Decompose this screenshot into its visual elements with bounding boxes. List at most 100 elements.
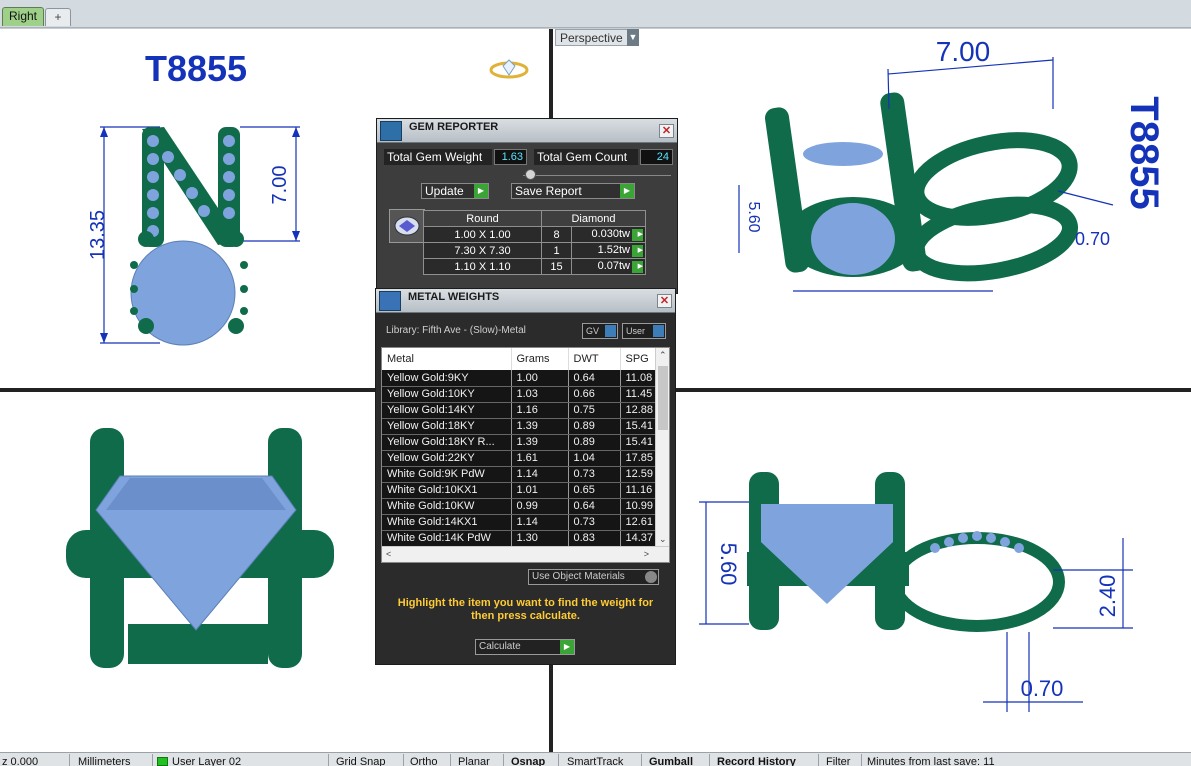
viewport-tab-strip: Right + <box>0 0 1191 28</box>
metal-row[interactable]: White Gold:14KX1 1.14 0.73 12.61 <box>382 514 659 531</box>
metal-list-vertical-scrollbar[interactable]: ⌃ ⌄ <box>655 348 669 548</box>
perspective-center-stone <box>811 203 895 275</box>
gem-row[interactable]: 1.10 X 1.10 15 0.07tw ▶ <box>423 258 646 275</box>
play-icon: ▶ <box>474 184 488 198</box>
play-icon[interactable]: ▶ <box>632 244 643 257</box>
chevron-up-icon[interactable]: ⌃ <box>659 350 667 361</box>
metal-grams: 1.39 <box>511 418 569 435</box>
perspective-engraving-text: T8855 <box>1122 96 1166 209</box>
round-gem-thumbnail-icon <box>389 209 425 243</box>
status-layer[interactable]: User Layer 02 <box>172 756 241 766</box>
metal-name: Yellow Gold:18KY <box>382 418 512 435</box>
gem-reporter-panel[interactable]: GEM REPORTER ✕ Total Gem Weight 1.63 Tot… <box>376 118 678 294</box>
chevron-down-icon[interactable]: ▼ <box>627 29 639 46</box>
status-gumball[interactable]: Gumball <box>649 756 693 766</box>
save-report-button[interactable]: Save Report ▶ <box>511 183 635 199</box>
metal-spg: 14.37 <box>620 530 659 547</box>
metal-name: White Gold:10KW <box>382 498 512 515</box>
metal-row[interactable]: Yellow Gold:9KY 1.00 0.64 11.08 <box>382 370 659 387</box>
gem-reporter-logo-icon <box>380 121 402 141</box>
gem-row[interactable]: 7.30 X 7.30 1 1.52tw ▶ <box>423 242 646 259</box>
play-icon: ▶ <box>560 640 574 654</box>
status-smarttrack[interactable]: SmartTrack <box>567 756 623 766</box>
metal-spg: 10.99 <box>620 498 659 515</box>
play-icon[interactable]: ▶ <box>632 228 643 241</box>
status-units[interactable]: Millimeters <box>78 756 131 766</box>
metal-list-horizontal-scrollbar[interactable]: < > <box>382 546 669 562</box>
metal-name: White Gold:14K PdW <box>382 530 512 547</box>
user-toggle[interactable]: User <box>622 323 666 339</box>
status-bar: z 0.000 Millimeters User Layer 02 Grid S… <box>0 752 1191 766</box>
tab-right[interactable]: Right <box>2 7 45 26</box>
use-object-materials-label: Use Object Materials <box>532 571 625 582</box>
chevron-right-icon[interactable]: > <box>644 549 649 559</box>
metal-row[interactable]: White Gold:10KW 0.99 0.64 10.99 <box>382 498 659 515</box>
use-object-materials-toggle[interactable]: Use Object Materials <box>528 569 659 585</box>
scroll-thumb[interactable] <box>658 366 668 430</box>
metal-row[interactable]: Yellow Gold:18KY 1.39 0.89 15.41 <box>382 418 659 435</box>
gem-row-weight: 1.52tw <box>597 244 630 257</box>
metal-row[interactable]: Yellow Gold:10KY 1.03 0.66 11.45 <box>382 386 659 403</box>
metal-weights-titlebar[interactable]: METAL WEIGHTS ✕ <box>376 289 675 313</box>
gem-row-weight: 0.07tw <box>597 260 630 273</box>
metal-dwt: 0.64 <box>568 498 621 515</box>
gem-table: Round Diamond 1.00 X 1.00 8 0.030tw ▶ 7.3… <box>423 210 646 275</box>
viewport-label-perspective[interactable]: Perspective <box>555 29 628 46</box>
metal-spg: 11.16 <box>620 482 659 499</box>
gem-reporter-titlebar[interactable]: GEM REPORTER ✕ <box>377 119 677 143</box>
perspective-dim-top: 7.00 <box>936 36 991 67</box>
close-icon[interactable]: ✕ <box>659 124 674 138</box>
metal-row[interactable]: Yellow Gold:22KY 1.61 1.04 17.85 <box>382 450 659 467</box>
metal-grams: 0.99 <box>511 498 569 515</box>
collapse-knob[interactable] <box>525 169 536 180</box>
status-ortho[interactable]: Ortho <box>410 756 438 766</box>
toggle-knob-icon <box>653 325 664 337</box>
chevron-left-icon[interactable]: < <box>386 549 391 559</box>
calculate-button[interactable]: Calculate ▶ <box>475 639 575 655</box>
metal-name: White Gold:10KX1 <box>382 482 512 499</box>
metal-list[interactable]: Metal Grams DWT SPG Yellow Gold:9KY 1.00 0… <box>381 347 670 563</box>
layer-color-swatch <box>157 757 168 766</box>
plus-icon: + <box>54 10 62 24</box>
library-label: Library: Fifth Ave - (Slow)-Metal <box>386 325 526 336</box>
play-icon[interactable]: ▶ <box>632 260 643 273</box>
chevron-down-icon[interactable]: ⌄ <box>659 534 667 545</box>
gem-header-shape: Round <box>423 210 542 227</box>
update-button-label: Update <box>425 184 464 198</box>
metal-dwt: 1.04 <box>568 450 621 467</box>
metal-col-spg[interactable]: SPG <box>620 348 659 370</box>
status-osnap[interactable]: Osnap <box>511 756 545 766</box>
update-button[interactable]: Update ▶ <box>421 183 489 199</box>
metal-col-grams[interactable]: Grams <box>511 348 569 370</box>
status-z-coordinate: z 0.000 <box>2 756 39 766</box>
gv-toggle[interactable]: GV <box>582 323 618 339</box>
metal-grams: 1.14 <box>511 466 569 483</box>
side-dim-right: 2.40 <box>1095 575 1120 618</box>
metal-weights-hint: Highlight the item you want to find the … <box>397 597 654 622</box>
perspective-top-stone <box>803 142 883 166</box>
gem-row-count: 8 <box>541 226 572 243</box>
status-planar[interactable]: Planar <box>458 756 490 766</box>
metal-name: Yellow Gold:14KY <box>382 402 512 419</box>
metal-dwt: 0.89 <box>568 434 621 451</box>
metal-weights-panel[interactable]: METAL WEIGHTS ✕ Library: Fifth Ave - (Sl… <box>375 288 676 665</box>
metal-dwt: 0.64 <box>568 370 621 387</box>
metal-row[interactable]: White Gold:10KX1 1.01 0.65 11.16 <box>382 482 659 499</box>
metal-row[interactable]: White Gold:14K PdW 1.30 0.83 14.37 <box>382 530 659 547</box>
metal-row[interactable]: Yellow Gold:14KY 1.16 0.75 12.88 <box>382 402 659 419</box>
status-filter[interactable]: Filter <box>826 756 850 766</box>
gem-row-size: 1.10 X 1.10 <box>423 258 542 275</box>
gem-row-weight: 0.030tw <box>591 228 630 241</box>
metal-col-metal[interactable]: Metal <box>382 348 512 370</box>
metal-row[interactable]: Yellow Gold:18KY R... 1.39 0.89 15.41 <box>382 434 659 451</box>
metal-col-dwt[interactable]: DWT <box>568 348 621 370</box>
metal-row[interactable]: White Gold:9K PdW 1.14 0.73 12.59 <box>382 466 659 483</box>
add-tab-button[interactable]: + <box>45 8 71 26</box>
metal-dwt: 0.73 <box>568 514 621 531</box>
status-grid-snap[interactable]: Grid Snap <box>336 756 386 766</box>
metal-name: Yellow Gold:9KY <box>382 370 512 387</box>
play-icon: ▶ <box>620 184 634 198</box>
gem-row[interactable]: 1.00 X 1.00 8 0.030tw ▶ <box>423 226 646 243</box>
close-icon[interactable]: ✕ <box>657 294 672 308</box>
status-record-history[interactable]: Record History <box>717 756 796 766</box>
